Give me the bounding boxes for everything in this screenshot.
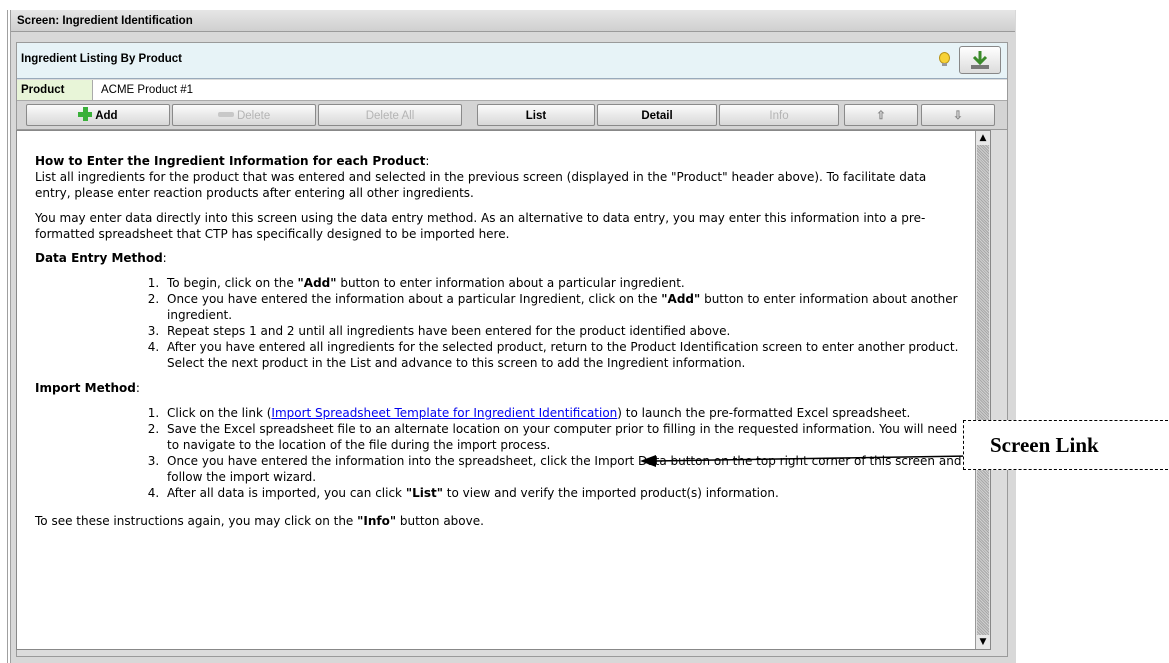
move-down-button[interactable]: ⇩ [921, 104, 995, 126]
import-template-link[interactable]: Import Spreadsheet Template for Ingredie… [271, 406, 617, 420]
data-entry-steps: To begin, click on the "Add" button to e… [35, 275, 965, 371]
listing-header: Ingredient Listing By Product [17, 43, 1007, 79]
instructions-panel: ▲ ▼ How to Enter the Ingredient Informat… [16, 130, 991, 650]
product-row: Product ACME Product #1 [17, 80, 1007, 101]
list-item: To begin, click on the "Add" button to e… [163, 275, 965, 291]
screen-title: Screen: Ingredient Identification [11, 10, 1015, 32]
lightbulb-icon[interactable] [938, 52, 951, 68]
arrow-down-icon: ⇩ [953, 110, 963, 122]
list-item: Once you have entered the information ab… [163, 291, 965, 323]
left-border-line [7, 10, 8, 663]
import-heading: Import Method [35, 381, 136, 395]
instructions-footer: To see these instructions again, you may… [35, 514, 484, 528]
listing-title: Ingredient Listing By Product [21, 53, 183, 65]
screen-link-callout-label: Screen Link [990, 433, 1099, 457]
scroll-up-icon[interactable]: ▲ [976, 131, 990, 145]
plus-icon [78, 107, 93, 121]
arrow-up-icon: ⇧ [876, 110, 886, 122]
info-button[interactable]: Info [719, 104, 839, 126]
list-item: After all data is imported, you can clic… [163, 485, 965, 501]
list-item: Repeat steps 1 and 2 until all ingredien… [163, 323, 965, 339]
callout-arrow-icon [640, 455, 970, 467]
product-label: Product [17, 80, 93, 100]
import-steps: Click on the link (Import Spreadsheet Te… [35, 405, 965, 501]
screen-frame: Screen: Ingredient Identification Ingred… [10, 10, 1016, 663]
scrollbar-track[interactable] [977, 145, 989, 635]
delete-all-button[interactable]: Delete All [318, 104, 462, 126]
list-button[interactable]: List [477, 104, 595, 126]
import-data-button[interactable] [959, 46, 1001, 74]
product-value: ACME Product #1 [101, 84, 194, 96]
list-item: Click on the link (Import Spreadsheet Te… [163, 405, 965, 421]
delete-icon [217, 112, 234, 117]
move-up-button[interactable]: ⇧ [844, 104, 918, 126]
list-item: After you have entered all ingredients f… [163, 339, 965, 371]
delete-label: Delete [236, 110, 271, 122]
add-label: Add [95, 110, 118, 122]
instructions-heading: How to Enter the Ingredient Information … [35, 154, 426, 168]
instructions-text: How to Enter the Ingredient Information … [35, 153, 965, 529]
detail-button[interactable]: Detail [597, 104, 717, 126]
vertical-scrollbar[interactable]: ▲ ▼ [975, 131, 990, 649]
instructions-alt-intro: You may enter data directly into this sc… [35, 211, 926, 241]
list-item: Save the Excel spreadsheet file to an al… [163, 421, 965, 453]
scroll-down-icon[interactable]: ▼ [976, 635, 990, 649]
import-download-icon [971, 51, 989, 69]
delete-button[interactable]: Delete [172, 104, 316, 126]
data-entry-heading: Data Entry Method [35, 251, 163, 265]
add-button[interactable]: Add [26, 104, 170, 126]
instructions-intro: List all ingredients for the product tha… [35, 170, 927, 200]
toolbar: Add Delete Delete All List Detail Info ⇧… [17, 101, 1007, 130]
